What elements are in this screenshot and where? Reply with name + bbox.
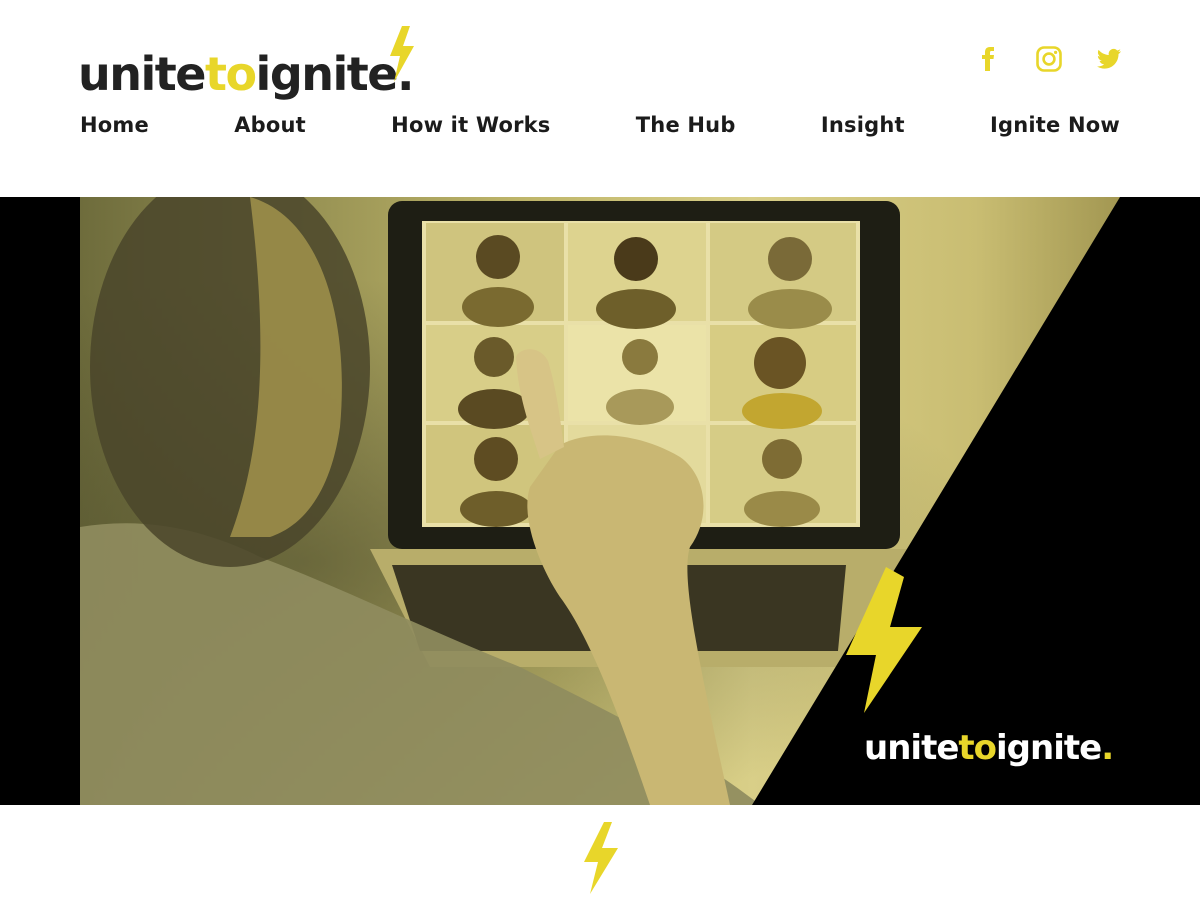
main-nav: Home About How it Works The Hub Insight … bbox=[80, 113, 1120, 137]
hero-brand-to: to bbox=[958, 728, 997, 768]
nav-home[interactable]: Home bbox=[80, 113, 149, 137]
facebook-icon[interactable] bbox=[976, 46, 1002, 72]
nav-ignite-now[interactable]: Ignite Now bbox=[990, 113, 1120, 137]
logo-text-to: to bbox=[204, 47, 257, 101]
site-logo[interactable]: unitetoignite. bbox=[78, 44, 414, 104]
twitter-icon[interactable] bbox=[1096, 46, 1122, 72]
hero-banner bbox=[0, 197, 1200, 805]
logo-text-ignite: ignite bbox=[255, 47, 399, 101]
hero-brand-ignite: ignite bbox=[996, 728, 1102, 768]
hero-illustration bbox=[80, 197, 1200, 805]
nav-the-hub[interactable]: The Hub bbox=[636, 113, 736, 137]
logo-text-unite: unite bbox=[78, 47, 206, 101]
nav-insight[interactable]: Insight bbox=[821, 113, 905, 137]
lightning-bolt-icon bbox=[390, 26, 414, 82]
instagram-icon[interactable] bbox=[1036, 46, 1062, 72]
nav-about[interactable]: About bbox=[234, 113, 306, 137]
hero-brand-dot: . bbox=[1101, 728, 1114, 768]
hero-brand-unite: unite bbox=[864, 728, 959, 768]
lightning-bolt-icon-bottom bbox=[584, 822, 618, 894]
nav-how-it-works[interactable]: How it Works bbox=[391, 113, 550, 137]
hero-brand-logo: unitetoignite. bbox=[864, 728, 1114, 768]
social-links bbox=[976, 46, 1122, 72]
page: unitetoignite. Home About How it Works T… bbox=[0, 0, 1200, 900]
